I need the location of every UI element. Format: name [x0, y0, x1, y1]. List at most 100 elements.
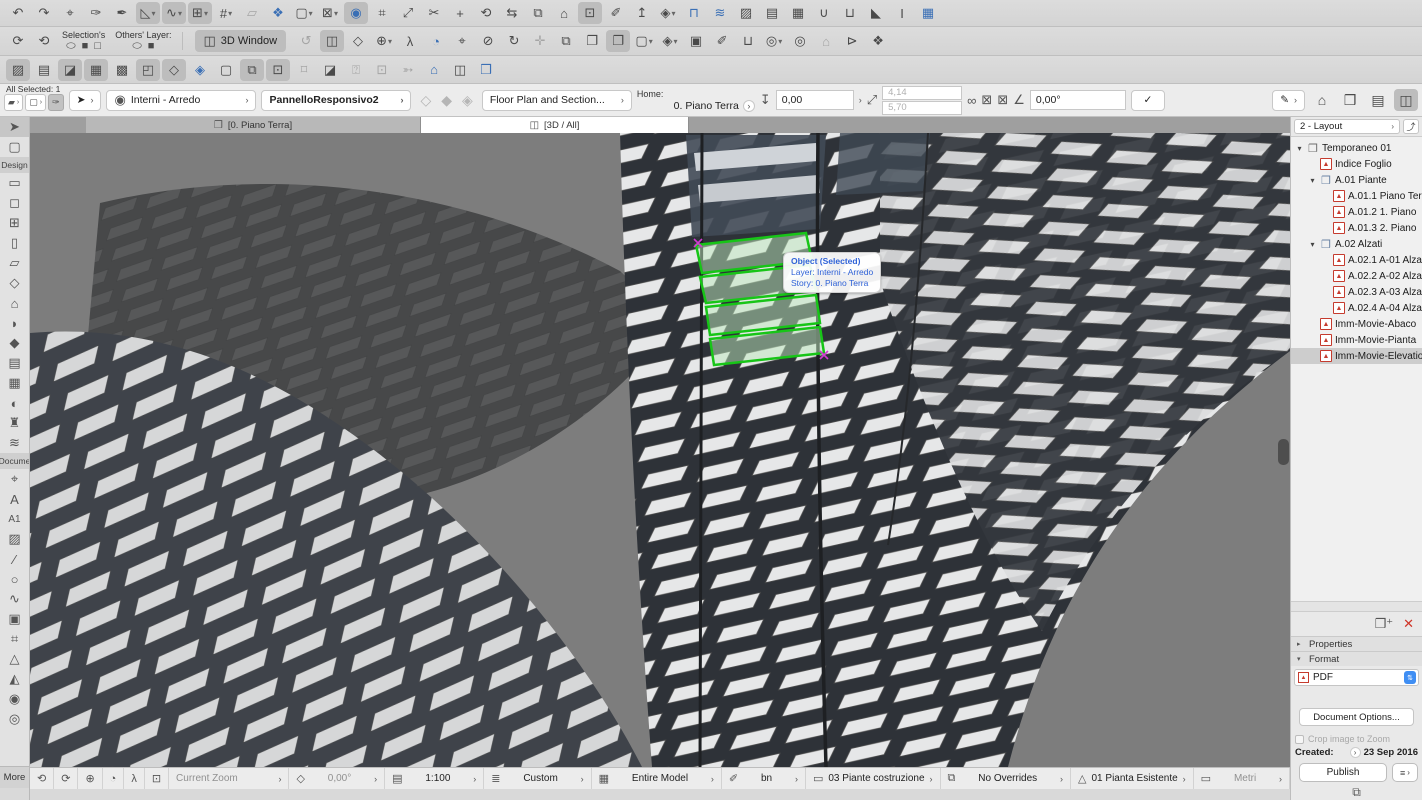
roof-accessory-icon[interactable]: ▦	[786, 2, 810, 24]
properties-header[interactable]: ▸ Properties	[1291, 636, 1422, 651]
crop-checkbox[interactable]	[1295, 735, 1304, 744]
tab-floor-plan[interactable]: ❒[0. Piano Terra]	[86, 117, 421, 133]
beam-tool[interactable]: ▱	[0, 253, 29, 273]
zoom-in-icon[interactable]: ⊕	[78, 768, 102, 789]
format-header[interactable]: ▾ Format	[1291, 651, 1422, 666]
cube-side-icon[interactable]: ◆	[441, 92, 452, 109]
elevation-input[interactable]: 0,00	[776, 90, 854, 110]
resize-icon[interactable]: ⤢	[396, 2, 420, 24]
fill-pattern-5-icon[interactable]: ▩	[110, 59, 134, 81]
undo-view-icon[interactable]: ↺	[294, 30, 318, 52]
rotate-icon[interactable]: ⟲	[474, 2, 498, 24]
fill-angle-icon[interactable]: ◪	[318, 59, 342, 81]
drag-icon[interactable]: +	[448, 2, 472, 24]
wall-end-icon[interactable]: ⊓	[682, 2, 706, 24]
section-tool[interactable]: ⌗	[0, 629, 29, 649]
project-map-icon[interactable]: ⌂	[1310, 89, 1334, 111]
zoom-previous-icon[interactable]: ⟲	[30, 768, 54, 789]
zoom-next-icon[interactable]: ⟳	[54, 768, 78, 789]
fill-pattern-1-icon[interactable]: ▨	[6, 59, 30, 81]
suspend-groups-icon[interactable]: ◉	[344, 2, 368, 24]
scale-combo[interactable]: ▤ 1:100 ›	[385, 768, 484, 789]
walk-icon[interactable]: λ	[398, 30, 422, 52]
text-tool[interactable]: A	[0, 489, 29, 509]
viewport-scrollbar[interactable]	[1278, 439, 1289, 465]
tree-item-indice[interactable]: Indice Foglio	[1291, 156, 1422, 172]
layer-combo[interactable]: ◉Interni - Arredo›	[106, 90, 256, 111]
model-filter-combo[interactable]: ▦ Entire Model ›	[592, 768, 722, 789]
favorites-mini-button[interactable]: ▢ ›	[25, 94, 46, 111]
elevation-tool[interactable]: △	[0, 649, 29, 669]
fill-pattern-2-icon[interactable]: ▤	[32, 59, 56, 81]
arrow-tool-button[interactable]: ➤›	[69, 90, 102, 111]
fit-in-window-icon[interactable]: ⊡	[145, 768, 169, 789]
disclosure-triangle[interactable]: ▾	[1295, 144, 1304, 153]
pen-set-button[interactable]: ✎›	[1272, 90, 1305, 111]
figure-tool[interactable]: ▣	[0, 609, 29, 629]
book-view-icon[interactable]: ◫	[448, 59, 472, 81]
inject-parameters-icon[interactable]: ✒	[110, 2, 134, 24]
snap-guides-icon[interactable]: ∿▾	[162, 2, 186, 24]
dim-style-icon[interactable]: ⊡	[266, 59, 290, 81]
layout-book-icon[interactable]: ▤	[1366, 89, 1390, 111]
snap-points-icon[interactable]: ⊞▾	[188, 2, 212, 24]
undo-icon[interactable]: ↶	[6, 2, 30, 24]
tree-item-a021[interactable]: A.02.1 A-01 Alzato No	[1291, 252, 1422, 268]
dimension-tool[interactable]: ⌖	[0, 469, 29, 489]
orbit-icon[interactable]: ◔	[424, 30, 448, 52]
slab-tool[interactable]: ◇	[0, 273, 29, 293]
new-layout-icon[interactable]: ❒⁺	[1375, 616, 1394, 632]
spline-tool[interactable]: ∿	[0, 589, 29, 609]
delta-y-toggle-icon[interactable]: ⊠	[997, 92, 1008, 108]
shell-tool[interactable]: ◗	[0, 313, 29, 333]
dx-input[interactable]: 4,14	[882, 86, 962, 100]
refresh-3d-icon[interactable]: ↻	[502, 30, 526, 52]
view-display-combo[interactable]: Floor Plan and Section...›	[482, 90, 632, 111]
gravity-icon[interactable]: ▱	[240, 2, 264, 24]
grab-mini-button[interactable]: ✑	[48, 94, 64, 111]
object-tool[interactable]: ♜	[0, 413, 29, 433]
cutting-plane-icon[interactable]: ❖	[266, 2, 290, 24]
layout-set-combo[interactable]: 2 - Layout›	[1294, 119, 1400, 134]
camera-lock-icon[interactable]: ◎	[788, 30, 812, 52]
door-tool[interactable]: ◻	[0, 193, 29, 213]
mesh-tool-icon[interactable]: ≋	[708, 2, 732, 24]
tree-item-a01[interactable]: ▾ A.01 Piante	[1291, 172, 1422, 188]
format-select[interactable]: ▲ PDF ⇅	[1294, 669, 1419, 686]
3d-viewport[interactable]: Object (Selected) Layer: Interni - Arred…	[30, 133, 1290, 767]
fill-pattern-6-icon[interactable]: ◰	[136, 59, 160, 81]
mirror-icon[interactable]: ⇆	[500, 2, 524, 24]
window-tool[interactable]: ⊞	[0, 213, 29, 233]
morph-tool[interactable]: ◆	[0, 333, 29, 353]
paste-settings-icon[interactable]: ❐	[580, 30, 604, 52]
grid-snap-icon[interactable]: #▾	[214, 2, 238, 24]
column-tool[interactable]: ▯	[0, 233, 29, 253]
curtain-wall-tool[interactable]: ▦	[0, 373, 29, 393]
line-tool[interactable]: ∕	[0, 549, 29, 569]
split-icon[interactable]: ✂	[422, 2, 446, 24]
render-frame-icon[interactable]: ▣	[684, 30, 708, 52]
steel-beam-icon[interactable]: I	[890, 2, 914, 24]
angle-input[interactable]: 0,00°	[1030, 90, 1126, 110]
select-frame-icon[interactable]: ▢▾	[632, 30, 656, 52]
bucket-icon[interactable]: ⊔	[838, 2, 862, 24]
selection-lock-icon[interactable]: ■	[82, 40, 89, 53]
tree-scrollbar[interactable]	[1291, 602, 1422, 612]
marquee-tool[interactable]: ▢	[0, 137, 29, 157]
cube-top-icon[interactable]: ◇	[420, 92, 431, 109]
calculator-icon[interactable]: ▦	[916, 2, 940, 24]
label-tool[interactable]: A1	[0, 509, 29, 529]
bucket-fill-icon[interactable]: ⊔	[736, 30, 760, 52]
zoom-level-combo[interactable]: Current Zoom ›	[169, 768, 289, 789]
tab-3d-window[interactable]: ◫[3D / All]	[421, 117, 689, 133]
render-settings-icon[interactable]: ❖	[866, 30, 890, 52]
selection-eye-icon[interactable]: ⬭	[66, 40, 75, 53]
pickup-parameters-icon[interactable]: ✑	[84, 2, 108, 24]
cube-axo-icon[interactable]: ◈	[462, 92, 473, 109]
video-icon[interactable]: ⊳	[840, 30, 864, 52]
document-options-button[interactable]: Document Options...	[1299, 708, 1414, 726]
home-view-icon[interactable]: ⌂	[422, 59, 446, 81]
delete-icon[interactable]: ✕	[1403, 616, 1414, 632]
confirm-button[interactable]: ✓	[1131, 90, 1165, 111]
orbit-button[interactable]: ◔	[103, 768, 125, 789]
